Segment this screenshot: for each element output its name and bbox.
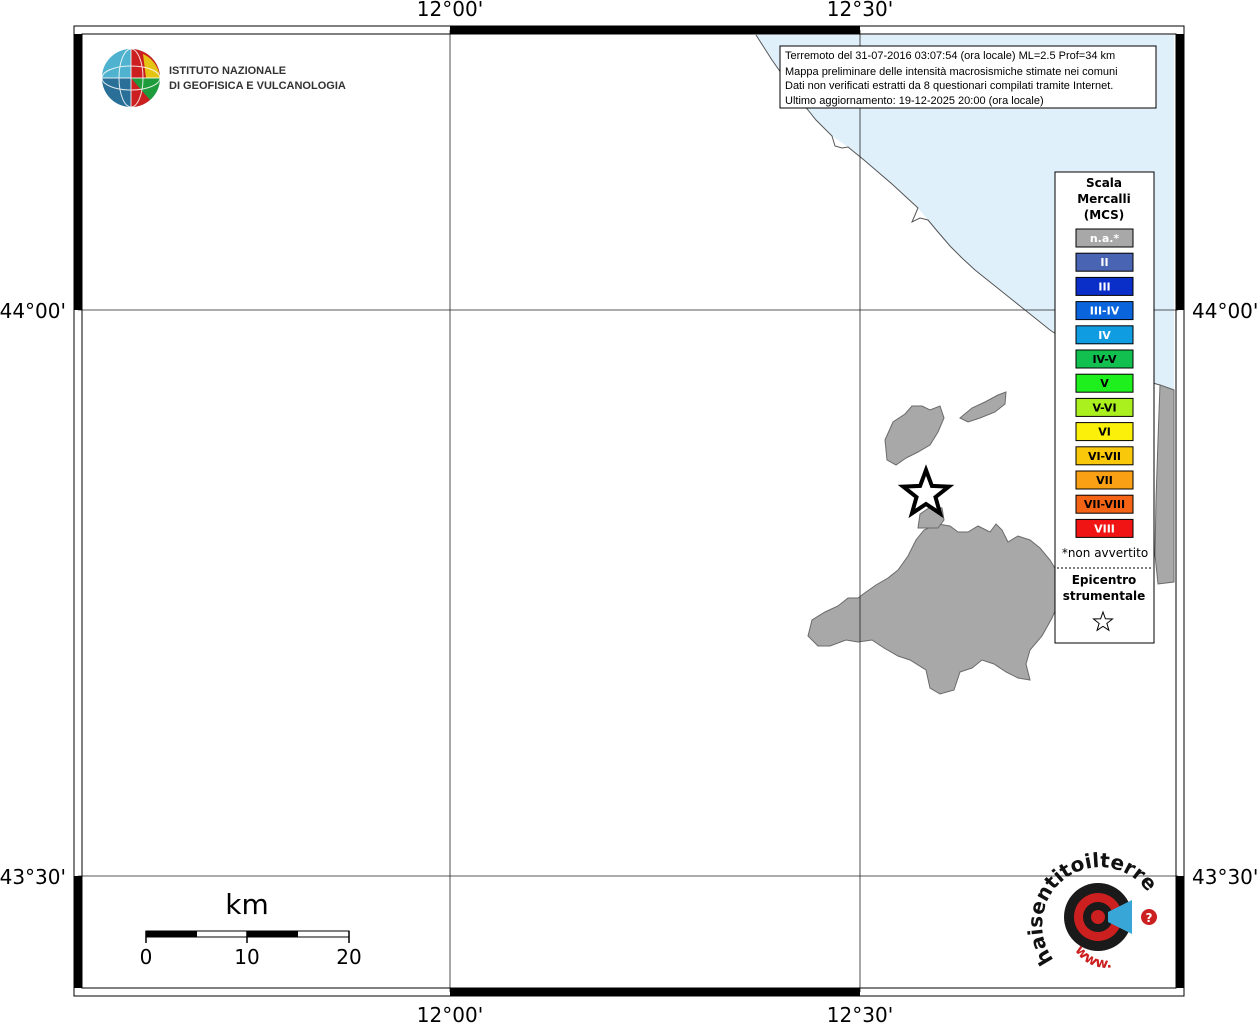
info-line-updated: Ultimo aggiornamento: 19-12-2025 20:00 (… xyxy=(785,95,1044,107)
lat-tick-right-bottom: 43°30' xyxy=(1192,865,1257,889)
legend: Scala Mercalli (MCS) n.a.*IIIIIIII-IVIVI… xyxy=(1054,171,1155,644)
lon-tick-top-right: 12°30' xyxy=(827,0,893,21)
ingv-name-line1: ISTITUTO NAZIONALE xyxy=(169,65,286,77)
scale-label-10: 10 xyxy=(234,945,259,969)
scale-label-0: 0 xyxy=(140,945,153,969)
scale-bar: km 0 10 20 xyxy=(140,888,362,969)
legend-swatch-label: III-IV xyxy=(1090,305,1120,318)
badge-question: ? xyxy=(1146,911,1153,925)
legend-title-mcs: (MCS) xyxy=(1084,208,1125,222)
lat-tick-left-bottom: 43°30' xyxy=(0,865,66,889)
info-line-source: Dati non verificati estratti da 8 questi… xyxy=(785,80,1113,92)
legend-note: *non avvertito xyxy=(1062,546,1148,560)
legend-epicenter-line2: strumentale xyxy=(1063,589,1146,603)
legend-epicenter-line1: Epicentro xyxy=(1072,573,1137,587)
legend-swatch-label: IV-V xyxy=(1092,353,1117,366)
municipality-island-2 xyxy=(959,391,1007,423)
ingv-name-line2: DI GEOFISICA E VULCANOLOGIA xyxy=(169,80,346,92)
municipality-east xyxy=(1154,384,1175,585)
municipality-island-1 xyxy=(884,405,945,466)
lon-tick-bottom-right: 12°30' xyxy=(827,1003,893,1024)
info-line-description: Mappa preliminare delle intensità macros… xyxy=(785,66,1118,78)
lon-tick-top-left: 12°00' xyxy=(417,0,483,21)
municipality-main xyxy=(807,523,1061,695)
legend-title-scala: Scala xyxy=(1086,176,1122,190)
info-box: Terremoto del 31-07-2016 03:07:54 (ora l… xyxy=(779,45,1157,109)
legend-swatch-label: V xyxy=(1100,377,1109,390)
legend-swatch-label: VI-VII xyxy=(1088,450,1121,463)
legend-title-mercalli: Mercalli xyxy=(1077,192,1131,206)
legend-swatch-label: II xyxy=(1100,256,1108,269)
legend-swatch-label: VII xyxy=(1096,474,1113,487)
legend-swatch-label: n.a.* xyxy=(1090,232,1120,245)
legend-swatch-label: VIII xyxy=(1094,522,1115,535)
info-line-event: Terremoto del 31-07-2016 03:07:54 (ora l… xyxy=(785,50,1115,62)
lat-tick-left-top: 44°00' xyxy=(0,299,66,323)
scale-label-20: 20 xyxy=(336,945,361,969)
lon-tick-bottom-left: 12°00' xyxy=(417,1003,483,1024)
ingv-logo: ISTITUTO NAZIONALE DI GEOFISICA E VULCAN… xyxy=(101,48,346,108)
legend-swatch-label: V-VI xyxy=(1092,401,1116,414)
legend-swatch-label: VII-VIII xyxy=(1084,498,1125,511)
legend-swatch-label: III xyxy=(1098,280,1110,293)
lat-tick-right-top: 44°00' xyxy=(1192,299,1257,323)
scale-unit: km xyxy=(225,888,269,921)
epicenter-star-icon xyxy=(897,464,955,519)
legend-swatch-label: VI xyxy=(1098,426,1111,439)
legend-swatch-label: IV xyxy=(1098,329,1111,342)
